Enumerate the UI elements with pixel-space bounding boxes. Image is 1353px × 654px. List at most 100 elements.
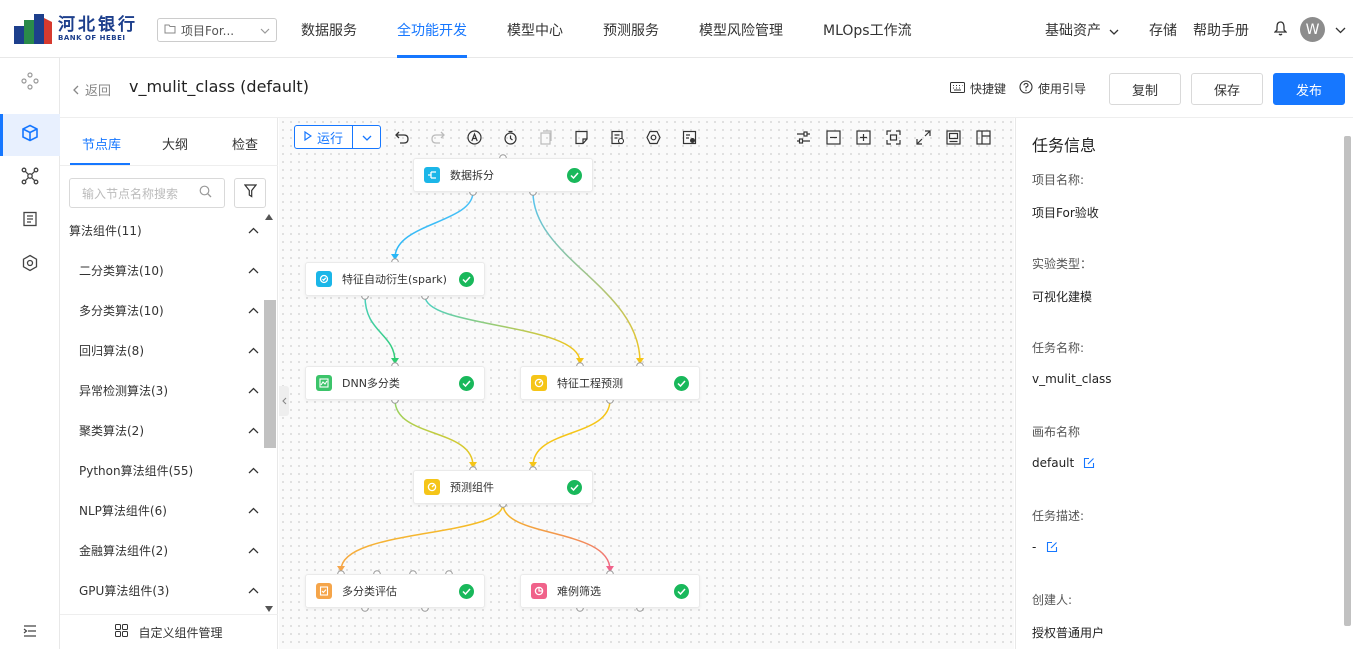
- assets-menu[interactable]: 基础资产: [1045, 20, 1119, 40]
- shortcuts-link[interactable]: 快捷键: [950, 80, 1006, 97]
- bank-name-en: BANK OF HEBEI: [58, 33, 126, 42]
- category-label: 二分类算法(10): [79, 263, 164, 278]
- data-split-icon: [424, 167, 440, 183]
- help-circle-icon: [1019, 80, 1033, 97]
- edge-split-featpred: [532, 191, 641, 363]
- help-link[interactable]: 帮助手册: [1193, 20, 1249, 40]
- category-label: 算法组件(11): [69, 223, 142, 238]
- category-anomaly-detection[interactable]: 异常检测算法(3): [79, 370, 259, 410]
- nav-model-risk[interactable]: 模型风险管理: [699, 20, 783, 40]
- rail-settings[interactable]: [0, 244, 60, 286]
- guide-label: 使用引导: [1038, 82, 1087, 96]
- category-label: 聚类算法(2): [79, 423, 144, 438]
- nav-data-service[interactable]: 数据服务: [301, 20, 357, 40]
- category-python[interactable]: Python算法组件(55): [79, 450, 259, 490]
- nav-full-dev[interactable]: 全功能开发: [397, 20, 467, 40]
- category-label: 多分类算法(10): [79, 303, 164, 318]
- keyboard-icon: [950, 81, 965, 96]
- experiment-title: v_mulit_class (default): [129, 77, 309, 96]
- rail-model[interactable]: [0, 114, 60, 156]
- category-nlp[interactable]: NLP算法组件(6): [79, 490, 259, 530]
- category-algorithm-components[interactable]: 算法组件(11): [69, 210, 259, 250]
- success-check-icon: [567, 167, 582, 183]
- node-label: DNN多分类: [342, 377, 400, 390]
- back-label: 返回: [85, 84, 112, 99]
- project-select-value: 项目For...: [181, 23, 235, 38]
- category-gpu[interactable]: GPU算法组件(3): [79, 570, 259, 610]
- chevron-up-icon: [248, 503, 259, 517]
- node-search-input[interactable]: 输入节点名称搜索: [69, 178, 225, 208]
- tab-inspect[interactable]: 检查: [232, 134, 258, 153]
- copy-button[interactable]: 复制: [1109, 73, 1181, 105]
- task-info-title: 任务信息: [1032, 136, 1097, 155]
- edge-feat-featpred: [424, 295, 581, 363]
- rail-graph[interactable]: [0, 157, 60, 199]
- node-feature-derive[interactable]: 特征自动衍生(spark): [305, 262, 485, 296]
- rail-workflow[interactable]: [0, 62, 60, 104]
- nav-predict-service[interactable]: 预测服务: [603, 20, 659, 40]
- feature-derive-icon: [316, 271, 332, 287]
- panel-collapse-toggle[interactable]: [279, 386, 289, 416]
- chevron-up-icon: [248, 343, 259, 357]
- chevron-down-icon: [1109, 23, 1119, 39]
- guide-link[interactable]: 使用引导: [1019, 80, 1086, 97]
- predict-icon: [424, 479, 440, 495]
- field-value-creator: 授权普通用户: [1032, 626, 1105, 640]
- category-binary-classification[interactable]: 二分类算法(10): [79, 250, 259, 290]
- nav-mlops[interactable]: MLOps工作流: [823, 20, 912, 40]
- avatar[interactable]: W: [1300, 17, 1325, 42]
- custom-component-manage[interactable]: 自定义组件管理: [60, 614, 278, 649]
- nav-model-center[interactable]: 模型中心: [507, 20, 563, 40]
- chevron-up-icon: [248, 383, 259, 397]
- rail-document[interactable]: [0, 200, 60, 242]
- success-check-icon: [459, 583, 474, 599]
- workflow-canvas[interactable]: 运行 数据拆分 特征自动衍生(spark) DNN多分类 特征工程预测 预测组件…: [279, 118, 1014, 649]
- publish-button[interactable]: 发布: [1273, 73, 1345, 105]
- field-canvas-name: default: [1032, 456, 1095, 470]
- tab-node-library[interactable]: 节点库: [82, 134, 121, 153]
- category-regression[interactable]: 回归算法(8): [79, 330, 259, 370]
- bell-icon[interactable]: [1273, 21, 1288, 40]
- folder-icon: [164, 23, 176, 37]
- grid-icon: [115, 624, 129, 640]
- category-scroll-thumb[interactable]: [264, 300, 276, 448]
- tab-outline[interactable]: 大纲: [162, 134, 188, 153]
- save-button[interactable]: 保存: [1191, 73, 1263, 105]
- field-label-task-name: 任务名称:: [1032, 341, 1085, 355]
- node-hard-example-filter[interactable]: 难例筛选: [520, 574, 700, 608]
- node-label: 预测组件: [450, 481, 494, 494]
- chevron-up-icon: [248, 263, 259, 277]
- info-scroll-thumb[interactable]: [1344, 136, 1351, 626]
- node-predict[interactable]: 预测组件: [413, 470, 593, 504]
- field-label-exp-type: 实验类型：: [1032, 257, 1093, 271]
- node-feature-predict[interactable]: 特征工程预测: [520, 366, 700, 400]
- category-clustering[interactable]: 聚类算法(2): [79, 410, 259, 450]
- search-icon: [199, 185, 212, 201]
- project-select[interactable]: 项目For...: [157, 18, 277, 42]
- rail-collapse[interactable]: [0, 612, 60, 654]
- hard-example-icon: [531, 583, 547, 599]
- chevron-up-icon: [248, 463, 259, 477]
- category-label: GPU算法组件(3): [79, 583, 170, 598]
- node-search-placeholder: 输入节点名称搜索: [82, 186, 179, 201]
- edit-icon[interactable]: [1083, 457, 1095, 469]
- filter-button[interactable]: [234, 178, 266, 208]
- node-multiclass-eval[interactable]: 多分类评估: [305, 574, 485, 608]
- field-label-task-desc: 任务描述:: [1032, 509, 1085, 523]
- storage-link[interactable]: 存储: [1149, 20, 1177, 40]
- success-check-icon: [459, 271, 474, 287]
- node-dnn-multiclass[interactable]: DNN多分类: [305, 366, 485, 400]
- top-bar: 河北银行 BANK OF HEBEI 项目For... 数据服务 全功能开发 模…: [0, 0, 1353, 58]
- edit-icon[interactable]: [1046, 541, 1058, 553]
- field-value-task-desc: -: [1032, 540, 1037, 554]
- category-finance[interactable]: 金融算法组件(2): [79, 530, 259, 570]
- node-data-split[interactable]: 数据拆分: [413, 158, 593, 192]
- category-multiclass[interactable]: 多分类算法(10): [79, 290, 259, 330]
- chevron-left-icon: [281, 394, 287, 409]
- chevron-down-icon[interactable]: [1335, 22, 1346, 38]
- edge-pred-eval: [340, 503, 504, 571]
- edge-split-feat: [394, 191, 474, 259]
- back-button[interactable]: 返回: [72, 80, 111, 99]
- edge-pred-filter: [502, 503, 611, 571]
- bank-logo[interactable]: 河北银行 BANK OF HEBEI: [14, 14, 138, 44]
